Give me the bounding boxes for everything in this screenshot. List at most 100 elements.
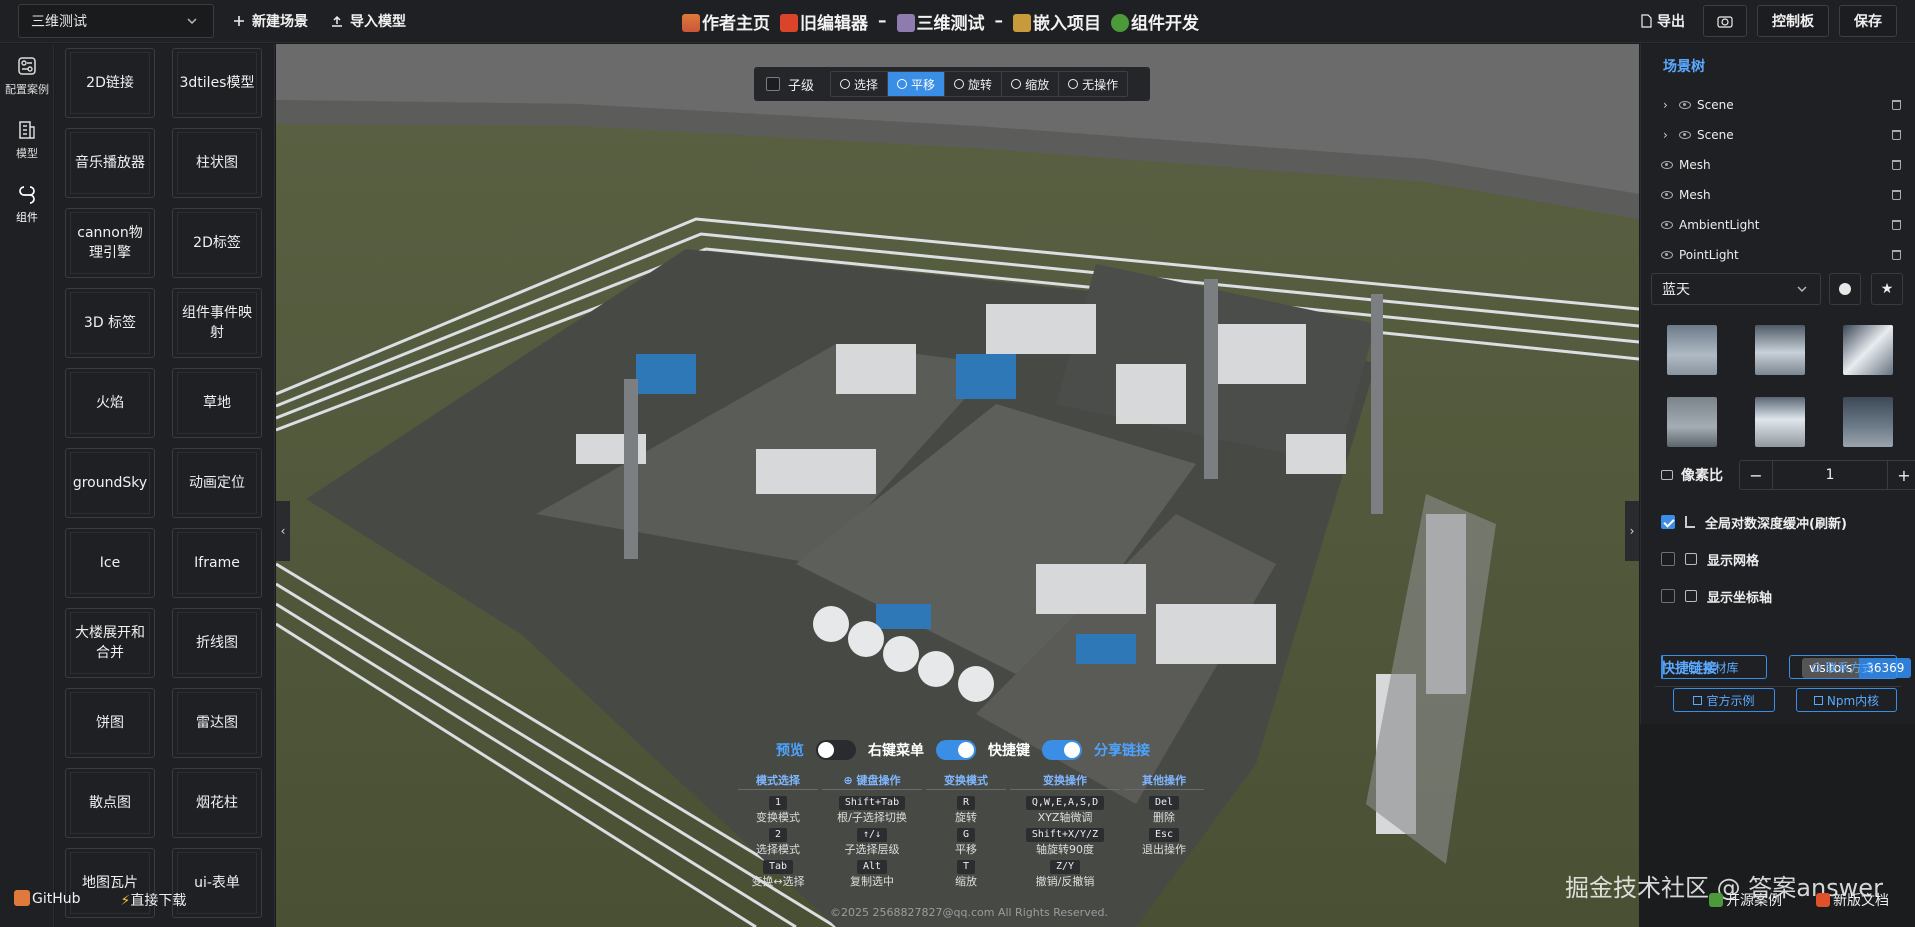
mode-rotate-button[interactable]: 旋转 <box>945 72 1003 96</box>
component-card[interactable]: 折线图 <box>172 608 262 678</box>
material-library-button[interactable]: 素材库 <box>1661 655 1767 679</box>
sky-thumbnail[interactable] <box>1843 397 1893 447</box>
tree-node[interactable]: AmbientLight <box>1653 210 1903 240</box>
trash-icon[interactable] <box>1892 160 1901 170</box>
nav-item-component[interactable]: 组件 <box>0 172 54 236</box>
log-depth-checkbox[interactable] <box>1661 515 1675 529</box>
github-link[interactable]: GitHub <box>14 890 81 910</box>
share-link[interactable]: 分享链接 <box>1094 740 1150 760</box>
component-card[interactable]: 散点图 <box>65 768 155 838</box>
eye-icon[interactable] <box>1661 191 1673 199</box>
open-source-link[interactable]: 开源案例 <box>1709 890 1782 910</box>
mode-scale-button[interactable]: 缩放 <box>1002 72 1060 96</box>
pixel-ratio-stepper[interactable]: − 1 + <box>1739 460 1915 490</box>
component-card[interactable]: 大楼展开和合并 <box>65 608 155 678</box>
pixel-ratio-row: 像素比 <box>1661 460 1723 490</box>
component-card[interactable]: 3D 标签 <box>65 288 155 358</box>
component-card[interactable]: 2D链接 <box>65 48 155 118</box>
component-card[interactable]: 组件事件映射 <box>172 288 262 358</box>
official-examples-button[interactable]: 官方示例 <box>1673 688 1775 712</box>
favorite-sky-button[interactable]: ★ <box>1871 273 1903 305</box>
component-label: groundSky <box>70 452 150 514</box>
key-badge: 1 <box>768 796 788 810</box>
context-menu-switch[interactable] <box>936 740 976 760</box>
key-desc: 根/子选择切换 <box>837 811 907 824</box>
component-card[interactable]: 草地 <box>172 368 262 438</box>
component-card[interactable]: 火焰 <box>65 368 155 438</box>
save-button[interactable]: 保存 <box>1839 5 1897 37</box>
trash-icon[interactable] <box>1892 100 1901 110</box>
devcomp-link[interactable]: 组件开发 <box>1111 9 1199 34</box>
increment-button[interactable]: + <box>1888 461 1915 489</box>
show-grid-checkbox[interactable] <box>1661 552 1675 566</box>
collapse-left-toggle[interactable]: ‹ <box>276 501 290 561</box>
sky-thumbnail[interactable] <box>1755 325 1805 375</box>
tree-node[interactable]: › Scene <box>1653 90 1903 120</box>
child-toggle[interactable]: 子级 <box>760 75 826 94</box>
component-card[interactable]: groundSky <box>65 448 155 518</box>
decrement-button[interactable]: − <box>1740 461 1772 489</box>
tree-node[interactable]: Mesh <box>1653 180 1903 210</box>
eye-icon[interactable] <box>1661 221 1673 229</box>
component-card[interactable]: Ice <box>65 528 155 598</box>
component-card[interactable]: 烟花柱 <box>172 768 262 838</box>
trash-icon[interactable] <box>1892 250 1901 260</box>
eye-icon[interactable] <box>1661 161 1673 169</box>
component-card[interactable]: 音乐播放器 <box>65 128 155 198</box>
new-scene-button[interactable]: 新建场景 <box>232 9 308 33</box>
component-card[interactable]: 饼图 <box>65 688 155 758</box>
embed-link[interactable]: 嵌入项目 <box>1013 9 1101 34</box>
shortcut-switch[interactable] <box>1042 740 1082 760</box>
component-card[interactable]: 2D标签 <box>172 208 262 278</box>
nav-item-model[interactable]: 模型 <box>0 108 54 172</box>
console-button[interactable]: 控制板 <box>1757 5 1829 37</box>
contact-button[interactable]: 联系方式 <box>1789 655 1897 679</box>
mode-select-button[interactable]: 选择 <box>831 72 889 96</box>
show-axes-checkbox[interactable] <box>1661 589 1675 603</box>
sky-select[interactable]: 蓝天 <box>1651 273 1821 305</box>
log-depth-option[interactable]: 全局对数深度缓冲(刷新) <box>1661 511 1847 533</box>
import-model-button[interactable]: 导入模型 <box>330 9 406 33</box>
chevron-right-icon[interactable]: › <box>1663 128 1675 142</box>
mode-none-button[interactable]: 无操作 <box>1059 72 1127 96</box>
sky-thumbnail[interactable] <box>1667 397 1717 447</box>
download-link[interactable]: ⚡直接下载 <box>121 890 187 910</box>
component-card[interactable]: 雷达图 <box>172 688 262 758</box>
eye-icon[interactable] <box>1679 101 1691 109</box>
trash-icon[interactable] <box>1892 190 1901 200</box>
export-button[interactable]: 导出 <box>1632 11 1693 31</box>
screenshot-button[interactable] <box>1703 5 1747 37</box>
tree-node[interactable]: PointLight <box>1653 240 1903 270</box>
component-card[interactable]: 柱状图 <box>172 128 262 198</box>
tree-node[interactable]: › Scene <box>1653 120 1903 150</box>
sky-thumbnail[interactable] <box>1843 325 1893 375</box>
collapse-right-toggle[interactable]: › <box>1625 501 1639 561</box>
component-card[interactable]: cannon物理引擎 <box>65 208 155 278</box>
component-card[interactable]: 3dtiles模型 <box>172 48 262 118</box>
npm-core-button[interactable]: Npm内核 <box>1796 688 1897 712</box>
component-card[interactable]: Iframe <box>172 528 262 598</box>
eye-icon[interactable] <box>1661 251 1673 259</box>
sky-thumbnail[interactable] <box>1667 325 1717 375</box>
show-axes-option[interactable]: 显示坐标轴 <box>1661 585 1772 607</box>
show-grid-option[interactable]: 显示网格 <box>1661 548 1759 570</box>
new-docs-link[interactable]: 新版文档 <box>1816 890 1889 910</box>
eye-icon[interactable] <box>1679 131 1691 139</box>
confirm-sky-button[interactable] <box>1829 273 1861 305</box>
pixel-ratio-value[interactable]: 1 <box>1772 461 1888 489</box>
old-editor-link[interactable]: 旧编辑器 <box>780 9 868 34</box>
mode-translate-button[interactable]: 平移 <box>888 72 946 96</box>
chevron-right-icon[interactable]: › <box>1663 98 1675 112</box>
preview-switch[interactable] <box>816 740 856 760</box>
sky-thumbnail[interactable] <box>1755 397 1805 447</box>
trash-icon[interactable] <box>1892 220 1901 230</box>
home-link[interactable]: 作者主页 <box>682 9 770 34</box>
scene-select[interactable]: 三维测试 <box>18 4 214 38</box>
tree-node[interactable]: Mesh <box>1653 150 1903 180</box>
nav-item-config[interactable]: 配置案例 <box>0 44 54 108</box>
child-checkbox[interactable] <box>766 77 780 91</box>
component-card[interactable]: 动画定位 <box>172 448 262 518</box>
mode-label: 缩放 <box>1025 77 1050 92</box>
switch-knob <box>818 742 834 758</box>
trash-icon[interactable] <box>1892 130 1901 140</box>
